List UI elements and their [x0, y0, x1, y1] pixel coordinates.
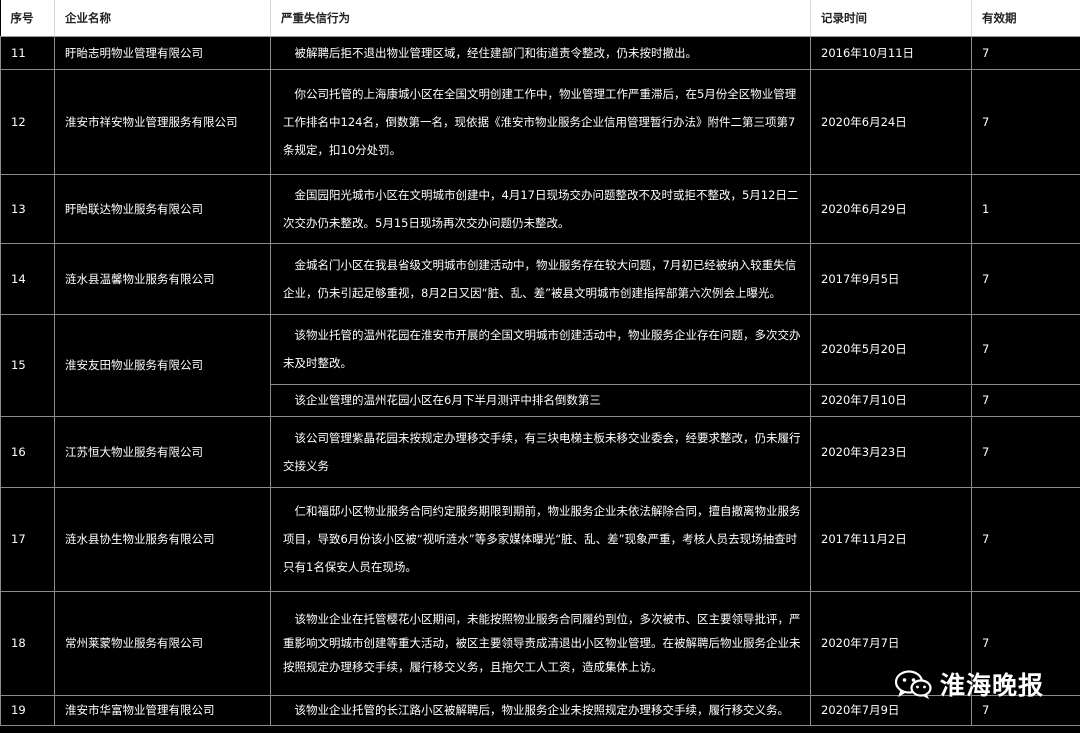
cell-date: 2020年6月29日	[810, 173, 972, 244]
cell-behavior: 该物业企业托管的长江路小区被解聘后，物业服务企业未按照规定办理移交手续，履行移交…	[270, 694, 811, 726]
table-header-row: 序号 企业名称 严重失信行为 记录时间 有效期	[0, 0, 1080, 37]
cell-company: 淮安市祥安物业管理服务有限公司	[54, 68, 271, 175]
cell-validity: 7	[971, 590, 1080, 696]
cell-behavior: 金国园阳光城市小区在文明城市创建中，4月17日现场交办问题整改不及时或拒不整改，…	[270, 173, 811, 244]
table-row: 17 涟水县协生物业服务有限公司 仁和福邸小区物业服务合同约定服务期限到期前，物…	[0, 486, 1080, 592]
cell-validity: 7	[971, 68, 1080, 175]
header-no: 序号	[0, 0, 55, 37]
cell-validity: 7	[971, 383, 1080, 417]
cell-no: 15	[0, 313, 55, 417]
cell-behavior: 被解聘后拒不退出物业管理区域，经住建部门和街道责令整改，仍未按时撤出。	[270, 35, 811, 70]
table-row: 11 盱眙志明物业管理有限公司 被解聘后拒不退出物业管理区域，经住建部门和街道责…	[0, 35, 1080, 70]
cell-no: 12	[0, 68, 55, 175]
cell-company: 涟水县温馨物业服务有限公司	[54, 242, 271, 315]
cell-validity: 7	[971, 415, 1080, 488]
cell-no: 11	[0, 35, 55, 70]
cell-behavior: 该企业管理的温州花园小区在6月下半月测评中排名倒数第三	[270, 383, 811, 417]
cell-validity: 7	[971, 35, 1080, 70]
header-validity: 有效期	[971, 0, 1080, 37]
cell-validity: 7	[971, 242, 1080, 315]
cell-date: 2020年3月23日	[810, 415, 972, 488]
table-row: 19 淮安市华富物业管理有限公司 该物业企业托管的长江路小区被解聘后，物业服务企…	[0, 694, 1080, 726]
cell-date: 2020年7月7日	[810, 590, 972, 696]
cell-date: 2016年10月11日	[810, 35, 972, 70]
cell-company: 盱眙志明物业管理有限公司	[54, 35, 271, 70]
table-row: 13 盱眙联达物业服务有限公司 金国园阳光城市小区在文明城市创建中，4月17日现…	[0, 173, 1080, 244]
table-row: 15 淮安友田物业服务有限公司 该物业托管的温州花园在淮安市开展的全国文明城市创…	[0, 313, 1080, 417]
table-row: 12 淮安市祥安物业管理服务有限公司 你公司托管的上海康城小区在全国文明创建工作…	[0, 68, 1080, 175]
cell-date: 2020年7月10日	[810, 383, 972, 417]
cell-date: 2017年11月2日	[810, 486, 972, 592]
cell-company: 涟水县协生物业服务有限公司	[54, 486, 271, 592]
cell-behavior: 金城名门小区在我县省级文明城市创建活动中，物业服务存在较大问题，7月初已经被纳入…	[270, 242, 811, 315]
cell-behavior: 该物业企业在托管樱花小区期间，未能按照物业服务合同履约到位，多次被市、区主要领导…	[270, 590, 811, 696]
cell-validity: 7	[971, 313, 1080, 385]
header-company: 企业名称	[54, 0, 271, 37]
header-behavior: 严重失信行为	[270, 0, 811, 37]
cell-behavior: 仁和福邸小区物业服务合同约定服务期限到期前，物业服务企业未依法解除合同，擅自撤离…	[270, 486, 811, 592]
cell-validity: 7	[971, 694, 1080, 726]
header-date: 记录时间	[810, 0, 972, 37]
cell-date: 2020年5月20日	[810, 313, 972, 385]
cell-no: 19	[0, 694, 55, 726]
cell-company: 盱眙联达物业服务有限公司	[54, 173, 271, 244]
cell-validity: 1	[971, 173, 1080, 244]
cell-date: 2017年9月5日	[810, 242, 972, 315]
table-row: 14 涟水县温馨物业服务有限公司 金城名门小区在我县省级文明城市创建活动中，物业…	[0, 242, 1080, 315]
cell-no: 13	[0, 173, 55, 244]
cell-no: 14	[0, 242, 55, 315]
cell-date: 2020年7月9日	[810, 694, 972, 726]
cell-behavior: 你公司托管的上海康城小区在全国文明创建工作中，物业管理工作严重滞后，在5月份全区…	[270, 68, 811, 175]
cell-date: 2020年6月24日	[810, 68, 972, 175]
table-row: 16 江苏恒大物业服务有限公司 该公司管理紫晶花园未按规定办理移交手续，有三块电…	[0, 415, 1080, 488]
cell-validity: 7	[971, 486, 1080, 592]
cell-company: 淮安市华富物业管理有限公司	[54, 694, 271, 726]
cell-no: 18	[0, 590, 55, 696]
cell-no: 17	[0, 486, 55, 592]
table-row: 18 常州莱蒙物业服务有限公司 该物业企业在托管樱花小区期间，未能按照物业服务合…	[0, 590, 1080, 696]
cell-company: 江苏恒大物业服务有限公司	[54, 415, 271, 488]
cell-company: 淮安友田物业服务有限公司	[54, 313, 271, 417]
cell-no: 16	[0, 415, 55, 488]
cell-behavior: 该公司管理紫晶花园未按规定办理移交手续，有三块电梯主板未移交业委会，经要求整改，…	[270, 415, 811, 488]
cell-behavior: 该物业托管的温州花园在淮安市开展的全国文明城市创建活动中，物业服务企业存在问题，…	[270, 313, 811, 385]
blacklist-table: 序号 企业名称 严重失信行为 记录时间 有效期 11 盱眙志明物业管理有限公司 …	[0, 0, 1080, 726]
cell-company: 常州莱蒙物业服务有限公司	[54, 590, 271, 696]
